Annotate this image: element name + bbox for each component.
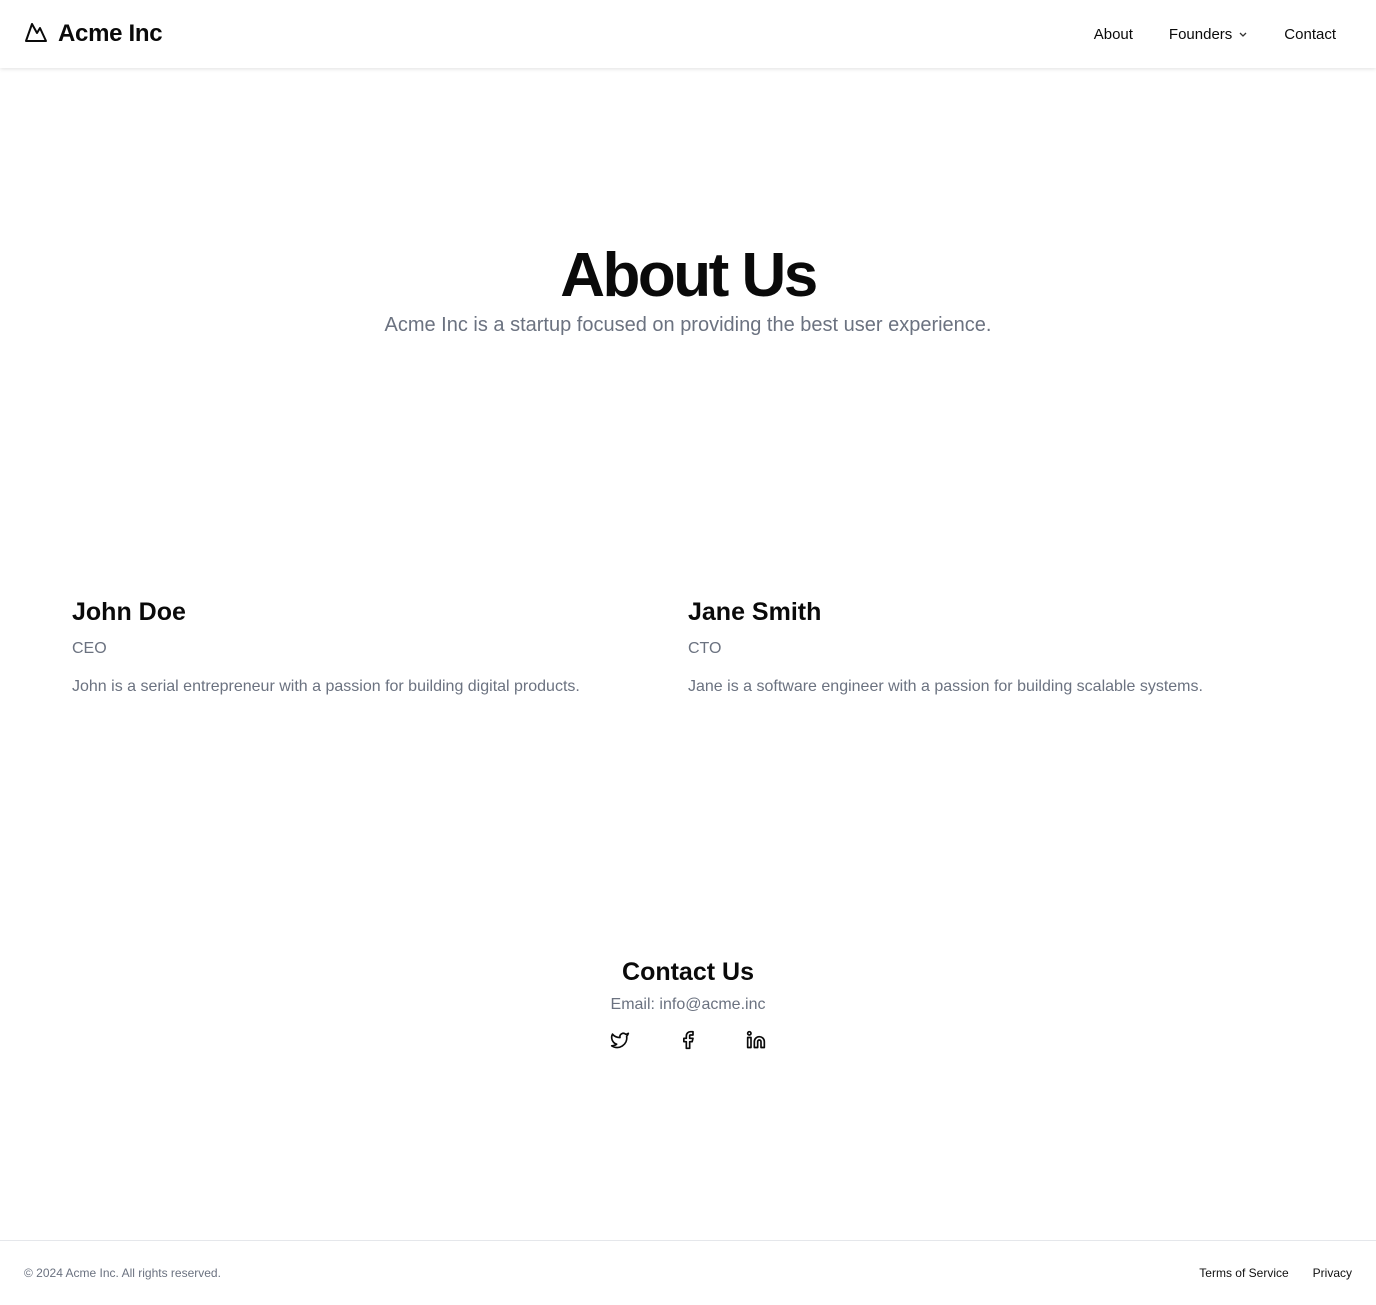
founder-name: Jane Smith xyxy=(688,598,822,626)
contact-title: Contact Us xyxy=(622,958,754,986)
mountain-icon xyxy=(24,20,48,49)
hero-subtitle: Acme Inc is a startup focused on providi… xyxy=(384,314,992,336)
contact-email: Email: info@acme.inc xyxy=(610,996,766,1013)
brand-link[interactable]: Acme Inc xyxy=(24,20,163,49)
founder-bio: John is a serial entrepreneur with a pas… xyxy=(72,678,580,695)
site-footer: © 2024 Acme Inc. All rights reserved. Te… xyxy=(0,1240,1376,1305)
nav-founders-dropdown[interactable]: Founders xyxy=(1169,26,1248,43)
nav-label: Founders xyxy=(1168,25,1233,43)
contact-section: Contact Us Email: info@acme.inc xyxy=(0,956,1376,1050)
footer-links: Terms of Service Privacy xyxy=(1199,1266,1352,1280)
founder-bio: Jane is a software engineer with a passi… xyxy=(688,678,1203,695)
social-links xyxy=(0,1030,1376,1050)
hero-section: About Us Acme Inc is a startup focused o… xyxy=(0,240,1376,337)
terms-link[interactable]: Terms of Service xyxy=(1199,1266,1288,1280)
chevron-down-icon xyxy=(1238,26,1248,43)
nav-about-link[interactable]: About xyxy=(1094,26,1133,43)
founders-section: John Doe CEO John is a serial entreprene… xyxy=(72,596,1304,696)
twitter-icon[interactable] xyxy=(610,1030,630,1050)
founder-card: Jane Smith CTO Jane is a software engine… xyxy=(688,596,1304,696)
main-nav: About Founders Contact xyxy=(1094,26,1336,43)
facebook-icon[interactable] xyxy=(678,1030,698,1050)
nav-contact-link[interactable]: Contact xyxy=(1284,26,1336,43)
nav-label: Contact xyxy=(1284,25,1336,43)
founder-name: John Doe xyxy=(72,598,186,626)
founder-card: John Doe CEO John is a serial entreprene… xyxy=(72,596,688,696)
founder-role: CTO xyxy=(688,640,722,657)
site-header: Acme Inc About Founders Contact xyxy=(0,0,1376,68)
page-title: About Us xyxy=(560,241,818,310)
brand-name: Acme Inc xyxy=(58,20,163,47)
nav-label: About xyxy=(1093,25,1133,43)
privacy-link[interactable]: Privacy xyxy=(1313,1266,1352,1280)
copyright-text: © 2024 Acme Inc. All rights reserved. xyxy=(24,1266,221,1280)
founder-role: CEO xyxy=(72,640,107,657)
linkedin-icon[interactable] xyxy=(746,1030,766,1050)
